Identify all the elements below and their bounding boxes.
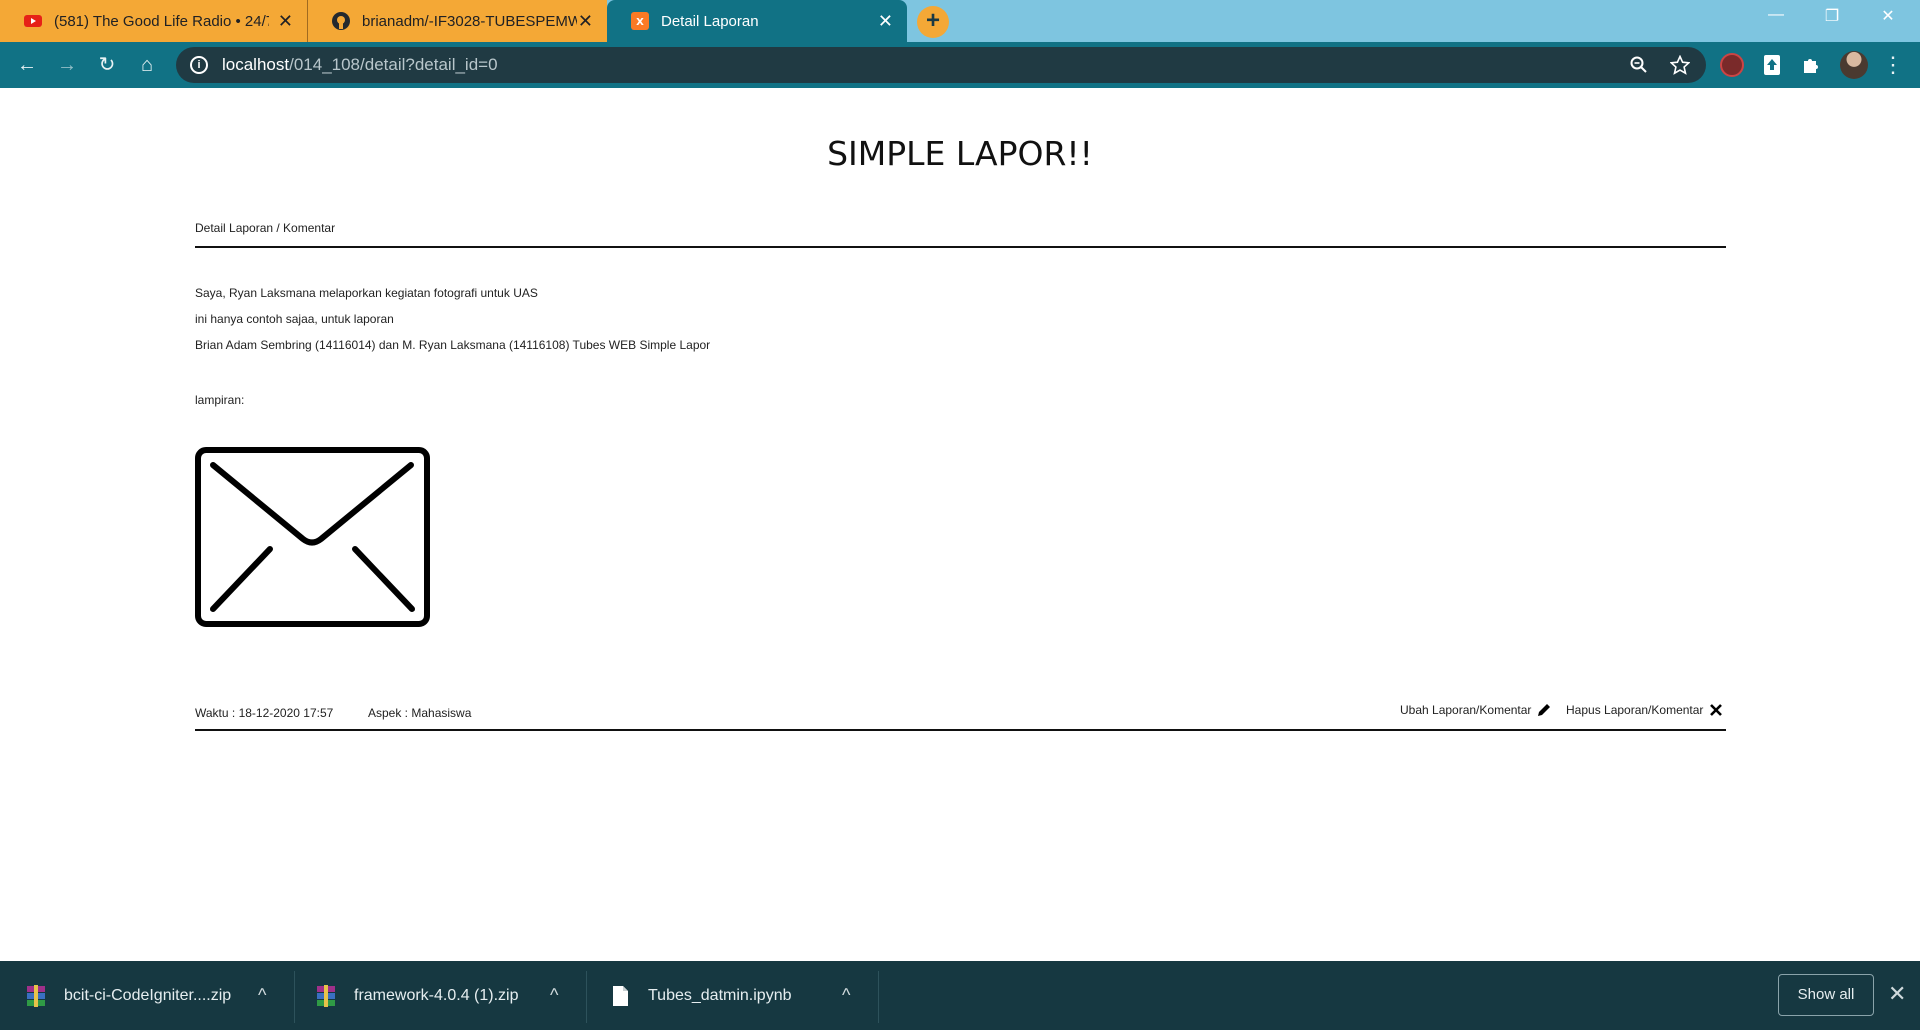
- browser-toolbar: ← → ↻ ⌂ i localhost/014_108/detail?detai…: [0, 42, 1920, 88]
- page-content: SIMPLE LAPOR!! Detail Laporan / Komentar…: [0, 88, 1920, 961]
- attachment-label: lampiran:: [195, 393, 245, 407]
- file-icon: [613, 985, 628, 1006]
- message-line: ini hanya contoh sajaa, untuk laporan: [195, 312, 394, 326]
- url-host: localhost: [222, 55, 290, 74]
- extension-upload-icon[interactable]: [1760, 53, 1784, 77]
- edit-label: Ubah Laporan/Komentar: [1400, 703, 1532, 717]
- delete-label: Hapus Laporan/Komentar: [1566, 703, 1704, 717]
- address-bar[interactable]: i localhost/014_108/detail?detail_id=0: [176, 47, 1706, 83]
- extension-blocker-icon[interactable]: [1720, 53, 1744, 77]
- url-path: /014_108/detail?detail_id=0: [289, 55, 498, 74]
- footer-divider: [195, 729, 1726, 731]
- chevron-up-icon[interactable]: ^: [258, 985, 266, 1006]
- pencil-icon: [1538, 704, 1551, 716]
- divider: [586, 971, 587, 1023]
- winrar-icon: [27, 984, 45, 1007]
- back-button[interactable]: ←: [12, 50, 42, 80]
- edit-report-link[interactable]: Ubah Laporan/Komentar: [1400, 703, 1551, 717]
- extensions-puzzle-icon[interactable]: [1800, 53, 1824, 77]
- message-line: Saya, Ryan Laksmana melaporkan kegiatan …: [195, 286, 538, 300]
- tab-title: Detail Laporan: [661, 12, 759, 30]
- divider: [294, 971, 295, 1023]
- reload-button[interactable]: ↻: [92, 50, 122, 80]
- browser-menu-icon[interactable]: ⋮: [1878, 50, 1908, 80]
- zoom-icon[interactable]: [1630, 56, 1648, 74]
- tab-title: brianadm/-IF3028-TUBESPEMWEB: [362, 12, 577, 30]
- github-icon: [332, 12, 350, 30]
- bookmark-star-icon[interactable]: [1670, 55, 1690, 75]
- tab-youtube[interactable]: (581) The Good Life Radio • 24/7 ✕: [0, 0, 307, 42]
- tab-close-icon[interactable]: ✕: [878, 11, 893, 32]
- youtube-icon: [24, 15, 42, 27]
- xampp-icon: X: [631, 12, 649, 30]
- download-filename: bcit-ci-CodeIgniter....zip: [64, 986, 232, 1004]
- tab-close-icon[interactable]: ✕: [578, 11, 593, 32]
- tab-strip: (581) The Good Life Radio • 24/7 ✕ brian…: [0, 0, 1920, 42]
- delete-report-link[interactable]: Hapus Laporan/Komentar: [1566, 703, 1723, 717]
- minimize-button[interactable]: —: [1756, 6, 1796, 24]
- tab-title: (581) The Good Life Radio • 24/7: [54, 12, 269, 30]
- winrar-icon: [317, 984, 335, 1007]
- report-time: Waktu : 18-12-2020 17:57: [195, 706, 334, 720]
- new-tab-button[interactable]: +: [917, 6, 949, 38]
- download-filename: Tubes_datmin.ipynb: [648, 986, 792, 1004]
- close-download-bar-icon[interactable]: ✕: [1888, 981, 1906, 1007]
- close-x-icon: [1710, 704, 1723, 716]
- download-item[interactable]: Tubes_datmin.ipynb: [610, 961, 792, 1030]
- restore-button[interactable]: ❐: [1812, 6, 1852, 26]
- divider: [878, 971, 879, 1023]
- section-title: Detail Laporan / Komentar: [195, 221, 336, 235]
- download-item[interactable]: framework-4.0.4 (1).zip: [316, 961, 519, 1030]
- header-divider: [195, 246, 1726, 248]
- tab-detail-laporan[interactable]: X Detail Laporan ✕: [607, 0, 907, 42]
- tab-close-icon[interactable]: ✕: [278, 11, 293, 32]
- site-info-icon[interactable]: i: [190, 56, 208, 74]
- download-bar: bcit-ci-CodeIgniter....zip ^ framework-4…: [0, 961, 1920, 1030]
- tab-github[interactable]: brianadm/-IF3028-TUBESPEMWEB ✕: [307, 0, 607, 42]
- message-line: Brian Adam Sembring (14116014) dan M. Ry…: [195, 338, 711, 352]
- download-filename: framework-4.0.4 (1).zip: [354, 986, 519, 1004]
- svg-text:X: X: [636, 17, 644, 28]
- download-item[interactable]: bcit-ci-CodeIgniter....zip: [26, 961, 231, 1030]
- home-button[interactable]: ⌂: [132, 50, 162, 80]
- page-title: SIMPLE LAPOR!!: [827, 134, 1093, 173]
- show-all-button[interactable]: Show all: [1778, 974, 1874, 1016]
- envelope-icon[interactable]: [195, 447, 430, 627]
- forward-button[interactable]: →: [52, 50, 82, 80]
- close-window-button[interactable]: ✕: [1868, 6, 1908, 26]
- chevron-up-icon[interactable]: ^: [550, 985, 558, 1006]
- report-aspect: Aspek : Mahasiswa: [368, 706, 472, 720]
- profile-avatar[interactable]: [1840, 51, 1868, 79]
- chevron-up-icon[interactable]: ^: [842, 985, 850, 1006]
